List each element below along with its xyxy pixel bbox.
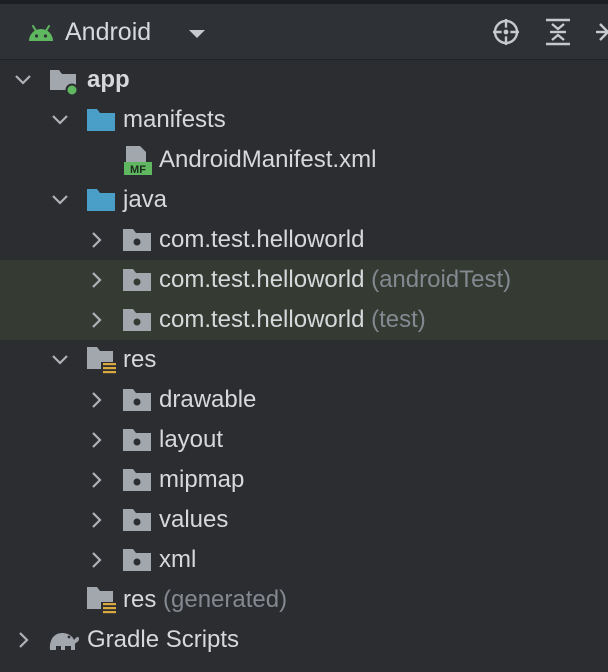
tree-item-xml[interactable]: xml xyxy=(0,540,608,580)
tree-item-label: drawable xyxy=(159,386,257,413)
generated-suffix: (generated) xyxy=(163,586,288,613)
android-icon xyxy=(29,25,53,41)
tree-item-label: java xyxy=(123,186,168,213)
tree-item-android-manifest[interactable]: MF AndroidManifest.xml xyxy=(0,140,608,180)
tree-item-label: layout xyxy=(159,426,224,453)
tree-item-layout[interactable]: layout xyxy=(0,420,608,460)
svg-text:MF: MF xyxy=(130,164,146,176)
tree-item-package-test[interactable]: com.test.helloworld (test) xyxy=(0,300,608,340)
resource-folder-icon xyxy=(87,587,117,616)
tree-item-label: xml xyxy=(159,546,197,573)
tree-item-manifests[interactable]: manifests xyxy=(0,100,608,140)
manifest-file-icon: MF xyxy=(124,146,152,176)
folder-icon xyxy=(87,189,115,211)
tree-item-label: Gradle Scripts xyxy=(87,626,240,653)
package-folder-icon xyxy=(123,389,151,411)
tree-item-app[interactable]: app xyxy=(0,60,608,100)
view-selector[interactable]: Android xyxy=(65,17,151,47)
tree-item-label: com.test.helloworld xyxy=(159,226,365,253)
tree-item-mipmap[interactable]: mipmap xyxy=(0,460,608,500)
locate-target-icon[interactable] xyxy=(490,16,522,48)
chevron-right-icon[interactable] xyxy=(84,508,108,532)
package-folder-icon xyxy=(123,469,151,491)
chevron-right-icon[interactable] xyxy=(84,268,108,292)
tree-item-package[interactable]: com.test.helloworld xyxy=(0,220,608,260)
chevron-right-icon[interactable] xyxy=(84,428,108,452)
tree-item-label: mipmap xyxy=(159,466,245,493)
chevron-down-icon[interactable] xyxy=(48,188,72,212)
tree-item-label: com.test.helloworld (test) xyxy=(159,305,426,335)
chevron-right-icon[interactable] xyxy=(84,388,108,412)
tree-item-package-android-test[interactable]: com.test.helloworld (androidTest) xyxy=(0,260,608,300)
tree-item-label: app xyxy=(87,66,130,93)
chevron-right-icon[interactable] xyxy=(84,228,108,252)
chevron-right-icon[interactable] xyxy=(11,628,35,652)
package-folder-icon xyxy=(123,549,151,571)
tree-item-label: AndroidManifest.xml xyxy=(159,146,377,173)
tree-item-label: com.test.helloworld (androidTest) xyxy=(159,265,511,295)
tree-item-drawable[interactable]: drawable xyxy=(0,380,608,420)
module-folder-icon xyxy=(50,70,79,96)
chevron-down-icon[interactable] xyxy=(48,108,72,132)
tree-item-values[interactable]: values xyxy=(0,500,608,540)
source-set-suffix: (test) xyxy=(371,306,426,333)
chevron-down-icon[interactable] xyxy=(11,68,35,92)
resource-folder-icon xyxy=(87,347,117,376)
tree-item-label: res xyxy=(123,346,157,373)
package-folder-icon xyxy=(123,509,151,531)
package-folder-icon xyxy=(123,429,151,451)
tree-item-label: manifests xyxy=(123,106,226,133)
chevron-down-icon[interactable] xyxy=(48,348,72,372)
tree-item-label: values xyxy=(159,506,229,533)
dropdown-caret-icon[interactable] xyxy=(187,28,207,40)
tree-item-res[interactable]: res xyxy=(0,340,608,380)
project-tree: app manifests MF AndroidManifest.xml jav… xyxy=(0,60,608,672)
folder-icon xyxy=(87,109,115,131)
source-set-suffix: (androidTest) xyxy=(371,266,512,293)
chevron-right-icon[interactable] xyxy=(84,468,108,492)
tree-item-gradle-scripts[interactable]: Gradle Scripts xyxy=(0,620,608,660)
chevron-right-icon[interactable] xyxy=(84,308,108,332)
split-icon[interactable] xyxy=(594,16,608,48)
tree-item-java[interactable]: java xyxy=(0,180,608,220)
gradle-elephant-icon xyxy=(49,633,79,650)
package-name: com.test.helloworld xyxy=(159,306,365,333)
package-name: com.test.helloworld xyxy=(159,266,365,293)
tree-item-res-generated[interactable]: res (generated) xyxy=(0,580,608,620)
folder-name: res xyxy=(123,586,157,613)
chevron-right-icon[interactable] xyxy=(84,548,108,572)
package-folder-icon xyxy=(123,269,151,291)
tree-item-label: res (generated) xyxy=(123,585,287,615)
project-toolbar: Android xyxy=(0,4,608,60)
collapse-all-icon[interactable] xyxy=(542,16,574,48)
package-folder-icon xyxy=(123,309,151,331)
view-selector-label[interactable]: Android xyxy=(65,18,151,46)
package-folder-icon xyxy=(123,229,151,251)
